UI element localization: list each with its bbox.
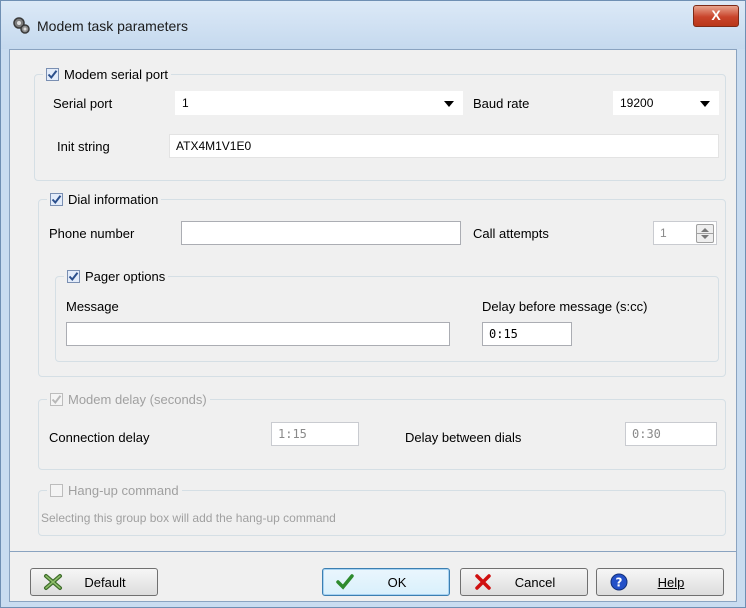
title-bar[interactable]: Modem task parameters X xyxy=(1,1,745,49)
help-button[interactable]: ? Help xyxy=(596,568,724,596)
group-modem-serial-port: Modem serial port Serial port 1 Baud rat… xyxy=(34,65,726,181)
spin-divider xyxy=(697,233,713,234)
group-pager-options: Pager options Message Delay before messa… xyxy=(55,267,719,362)
reset-icon xyxy=(43,572,63,592)
close-icon: X xyxy=(711,7,721,23)
modem-serial-port-label: Modem serial port xyxy=(64,66,169,82)
ok-button[interactable]: OK xyxy=(322,568,450,596)
group-hang-up-command: Hang-up command Selecting this group box… xyxy=(38,481,726,536)
modem-serial-port-checkbox[interactable] xyxy=(46,67,59,81)
pager-options-legend: Pager options xyxy=(64,267,169,285)
cancel-button[interactable]: Cancel xyxy=(460,568,588,596)
checkmark-icon xyxy=(68,271,79,281)
serial-port-select[interactable]: 1 xyxy=(175,91,463,115)
spin-down-icon xyxy=(701,235,709,239)
spinner-buttons[interactable] xyxy=(696,224,714,243)
gear-icon xyxy=(13,17,30,34)
init-string-label: Init string xyxy=(57,139,110,154)
hang-up-legend: Hang-up command xyxy=(47,481,182,499)
group-modem-delay: Modem delay (seconds) Connection delay 1… xyxy=(38,390,726,470)
dial-information-checkbox[interactable] xyxy=(50,192,63,206)
spin-up-icon xyxy=(701,228,709,232)
phone-number-input[interactable] xyxy=(181,221,461,245)
delay-between-dials-label: Delay between dials xyxy=(405,430,522,445)
cancel-x-icon xyxy=(473,572,493,592)
modem-serial-port-legend: Modem serial port xyxy=(43,65,172,83)
baud-rate-select[interactable]: 19200 xyxy=(613,91,719,115)
message-input[interactable] xyxy=(66,322,450,346)
svg-text:?: ? xyxy=(616,576,623,590)
dial-information-label: Dial information xyxy=(68,191,159,207)
cancel-button-label: Cancel xyxy=(514,574,556,590)
button-bar: Default OK Cancel ? Help xyxy=(9,552,737,602)
call-attempts-value: 1 xyxy=(660,226,667,240)
dialog-window: Modem task parameters X Modem serial por… xyxy=(0,0,746,608)
modem-delay-legend: Modem delay (seconds) xyxy=(47,390,210,408)
hang-up-description: Selecting this group box will add the ha… xyxy=(41,511,336,525)
connection-delay-label: Connection delay xyxy=(49,430,150,445)
delay-before-message-label: Delay before message (s:cc) xyxy=(482,299,648,314)
help-icon: ? xyxy=(609,572,629,592)
delay-before-message-value: 0:15 xyxy=(489,327,518,341)
serial-port-value: 1 xyxy=(182,96,189,110)
connection-delay-value: 1:15 xyxy=(278,427,307,441)
message-label: Message xyxy=(66,299,119,314)
init-string-input[interactable]: ATX4M1V1E0 xyxy=(169,134,719,158)
dial-information-legend: Dial information xyxy=(47,190,162,208)
call-attempts-spinner[interactable]: 1 xyxy=(653,221,717,245)
baud-rate-label: Baud rate xyxy=(473,96,530,111)
group-dial-information: Dial information Phone number Call attem… xyxy=(38,190,726,377)
delay-between-dials-input[interactable]: 0:30 xyxy=(625,422,717,446)
modem-delay-label: Modem delay (seconds) xyxy=(68,391,207,407)
delay-before-message-input[interactable]: 0:15 xyxy=(482,322,572,346)
checkmark-icon xyxy=(51,194,62,204)
baud-rate-value: 19200 xyxy=(620,96,654,110)
checkmark-icon xyxy=(51,394,62,404)
help-button-label: Help xyxy=(657,574,685,590)
serial-port-label: Serial port xyxy=(53,96,113,111)
window-title: Modem task parameters xyxy=(37,18,188,34)
hang-up-checkbox[interactable] xyxy=(50,483,63,497)
checkmark-icon xyxy=(47,69,58,79)
init-string-value: ATX4M1V1E0 xyxy=(176,139,252,153)
chevron-down-icon xyxy=(700,101,710,107)
pager-options-label: Pager options xyxy=(85,268,166,284)
hang-up-label: Hang-up command xyxy=(68,482,179,498)
default-button-label: Default xyxy=(84,574,126,590)
connection-delay-input[interactable]: 1:15 xyxy=(271,422,359,446)
dialog-body: Modem serial port Serial port 1 Baud rat… xyxy=(9,49,737,552)
phone-number-label: Phone number xyxy=(49,226,135,241)
chevron-down-icon xyxy=(444,101,454,107)
default-button[interactable]: Default xyxy=(30,568,158,596)
close-button[interactable]: X xyxy=(693,5,739,27)
ok-button-label: OK xyxy=(387,574,407,590)
delay-between-dials-value: 0:30 xyxy=(632,427,661,441)
pager-options-checkbox[interactable] xyxy=(67,269,80,283)
modem-delay-checkbox[interactable] xyxy=(50,392,63,406)
call-attempts-label: Call attempts xyxy=(473,226,549,241)
checkmark-icon xyxy=(335,572,355,592)
